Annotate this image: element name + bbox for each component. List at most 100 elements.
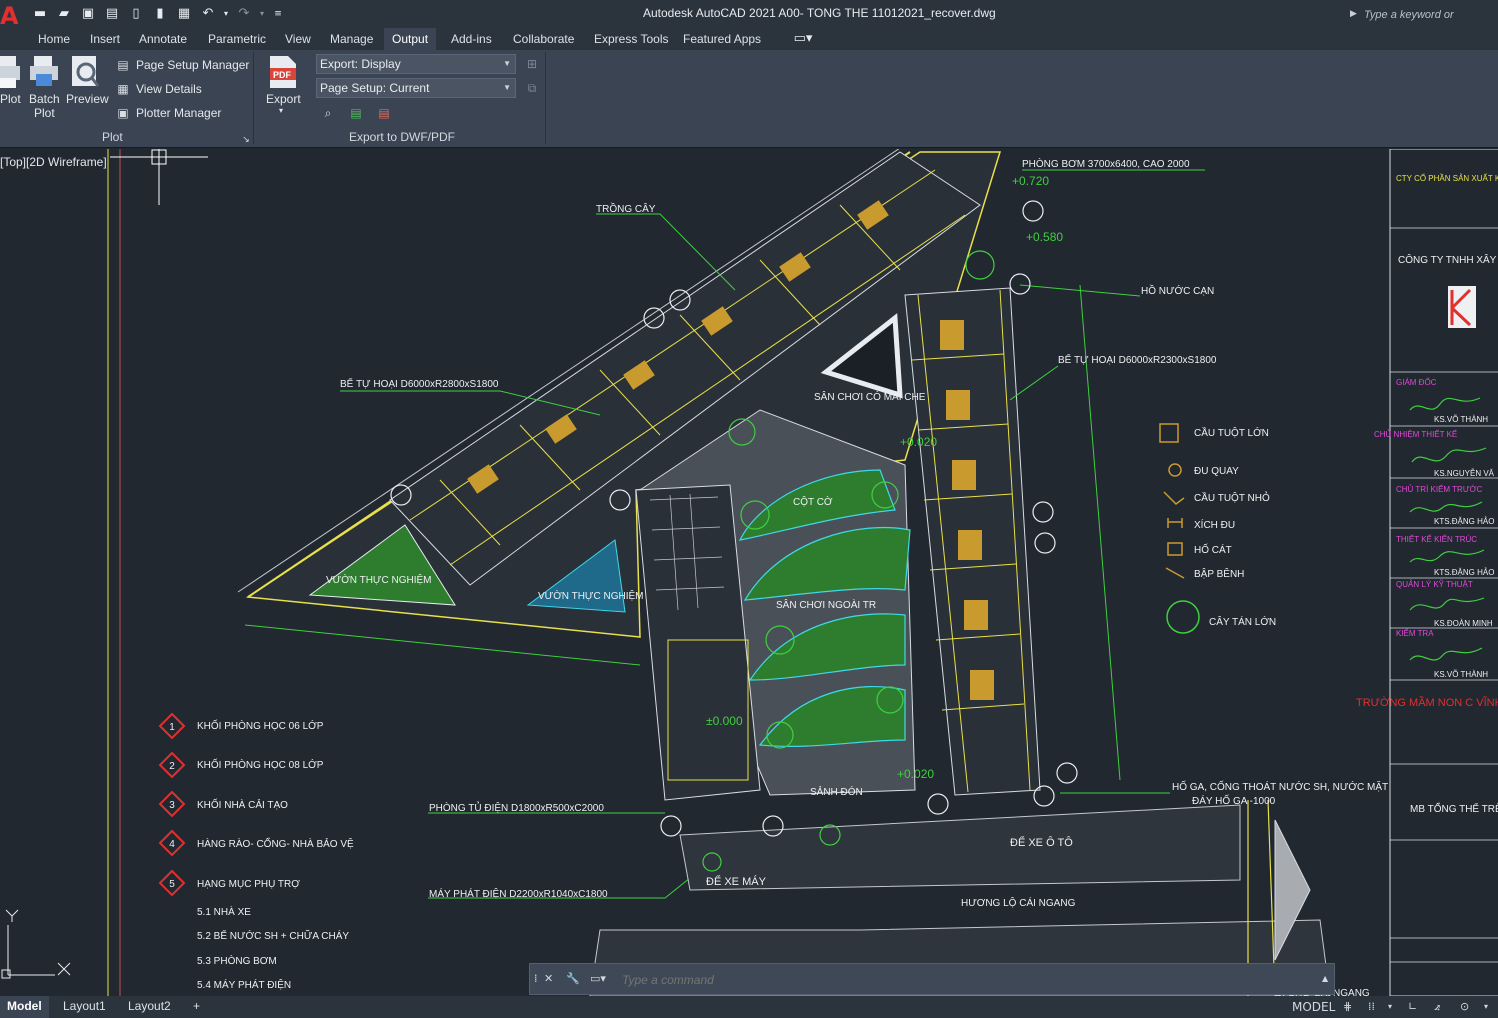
page-setup-select[interactable]: Page Setup: Current ▼ — [316, 78, 516, 98]
add-layout-icon[interactable]: + — [186, 996, 207, 1018]
level-label: +0.020 — [900, 435, 937, 449]
dwf-export-icon[interactable]: ▤ — [348, 105, 364, 121]
page-setup-override-icon[interactable]: ⧉ — [524, 80, 540, 96]
tab-layout1[interactable]: Layout1 — [56, 996, 113, 1018]
sub-item-label: 5.1 NHÀ XE — [197, 905, 251, 918]
tab-home[interactable]: Home — [30, 28, 78, 50]
page-setup-manager-button[interactable]: Page Setup Manager — [136, 58, 249, 72]
view-details-button[interactable]: View Details — [136, 82, 202, 96]
tab-manage[interactable]: Manage — [322, 28, 381, 50]
title-block-role: QUẢN LÝ KỸ THUẬT — [1396, 580, 1473, 589]
plotter-manager-icon: ▣ — [117, 106, 129, 120]
tab-view[interactable]: View — [277, 28, 319, 50]
customize-toolbar-icon[interactable]: ≡ — [270, 6, 286, 22]
drawing-viewport[interactable]: PHÒNG BƠM 3700x6400, CAO 2000 +0.720 +0.… — [0, 149, 1498, 996]
plotter-manager-button[interactable]: Plotter Manager — [136, 106, 221, 120]
export-button[interactable]: Export — [266, 92, 301, 106]
new-file-icon[interactable]: ▬ — [32, 6, 48, 22]
chevron-down-icon[interactable]: ▾ — [1388, 999, 1392, 1015]
owner-company-label: CTY CỔ PHẦN SẢN XUẤT KINH DOANH XUẤT NHẬ… — [1396, 173, 1498, 183]
pump-room-label: PHÒNG BƠM 3700x6400, CAO 2000 — [1022, 157, 1190, 170]
chevron-down-icon: ▼ — [503, 59, 511, 68]
redo-icon[interactable]: ↷ — [236, 6, 252, 22]
plot-panel-launcher-icon[interactable]: ↘ — [238, 132, 254, 148]
block-number: 4 — [169, 839, 175, 850]
ucs-icon — [1, 909, 71, 979]
preview-button[interactable]: Preview — [66, 92, 109, 106]
export-window-icon[interactable]: ⊞ — [524, 56, 540, 72]
undo-icon[interactable]: ↶ — [200, 6, 216, 22]
grip-handle-icon[interactable]: ⁞ — [534, 971, 538, 987]
block-legend-label: KHỐI PHÒNG HỌC 08 LỚP — [197, 757, 324, 771]
command-input[interactable] — [622, 971, 1222, 989]
ortho-icon[interactable]: ∟ — [1408, 999, 1417, 1015]
project-name-label: TRƯỜNG MẦM NON C VĨNH LONG — [1356, 696, 1498, 709]
plot-icon[interactable] — [0, 54, 22, 90]
plot-panel-title: Plot — [102, 130, 123, 144]
preview-export-icon[interactable]: ⌕ — [320, 105, 336, 121]
block-number: 5 — [169, 879, 175, 890]
tab-insert[interactable]: Insert — [82, 28, 128, 50]
autocad-logo-icon[interactable]: A — [0, 4, 19, 28]
preview-icon[interactable] — [70, 54, 102, 90]
title-block-name: KS.NGUYỄN VĂ — [1434, 469, 1495, 478]
wrench-icon[interactable]: 🔧 — [566, 971, 580, 987]
snap-icon[interactable]: ⁞⁞ — [1368, 999, 1375, 1015]
search-input[interactable]: Type a keyword or phrase — [1360, 6, 1490, 39]
batch-plot-icon[interactable] — [28, 54, 60, 90]
polar-icon[interactable]: ⦨ — [1434, 999, 1440, 1015]
redo-dropdown-icon[interactable]: ▾ — [254, 6, 270, 22]
experimental-garden-label: VƯỜN THỰC NGHIỆM — [538, 589, 643, 602]
level-label: +0.720 — [1012, 174, 1049, 188]
close-icon[interactable]: ✕ — [544, 971, 553, 987]
panel-separator — [253, 52, 254, 144]
legend-label: ĐU QUAY — [1194, 466, 1239, 477]
grid-icon[interactable]: ⋕ — [1343, 999, 1352, 1015]
tab-add-ins[interactable]: Add-ins — [443, 28, 500, 50]
large-tree-icon — [1166, 600, 1200, 634]
pdf-export-icon[interactable]: PDF — [268, 54, 298, 90]
ribbon-minimize-icon[interactable]: ▭▾ — [790, 31, 816, 47]
export-display-value: Export: Display — [320, 57, 401, 71]
tab-collaborate[interactable]: Collaborate — [505, 28, 582, 50]
save-as-icon[interactable]: ▤ — [104, 6, 120, 22]
title-block-name: KTS.ĐẶNG HẢO — [1434, 568, 1494, 577]
plot-button[interactable]: Plot — [0, 92, 21, 106]
open-folder-icon[interactable]: ▰ — [56, 6, 72, 22]
tab-annotate[interactable]: Annotate — [131, 28, 195, 50]
small-slide-icon — [1163, 491, 1185, 505]
viewport-controls[interactable]: [Top][2D Wireframe] — [0, 155, 107, 169]
command-prompt-icon[interactable]: ▭▾ — [590, 971, 606, 987]
panel-separator — [545, 52, 546, 144]
tab-model[interactable]: Model — [0, 996, 49, 1018]
generator-label: MÁY PHÁT ĐIỆN D2200xR1040xC1800 — [429, 887, 608, 900]
save-web-icon[interactable]: ▮ — [152, 6, 168, 22]
export-display-select[interactable]: Export: Display ▼ — [316, 54, 516, 74]
open-web-icon[interactable]: ▯ — [128, 6, 144, 22]
block-legend-label: KHỐI PHÒNG HỌC 06 LỚP — [197, 718, 324, 732]
carousel-icon — [1168, 463, 1182, 477]
tab-output[interactable]: Output — [384, 28, 437, 50]
tab-parametric[interactable]: Parametric — [200, 28, 274, 50]
pdf-small-export-icon[interactable]: ▤ — [376, 105, 392, 121]
crosshair-cursor — [110, 149, 208, 205]
search-expand-icon[interactable]: ▶ — [1350, 8, 1357, 19]
tab-featured-apps[interactable]: Featured Apps — [675, 28, 769, 50]
export-dropdown-icon[interactable]: ▾ — [279, 106, 283, 115]
page-setup-manager-icon: ▤ — [117, 58, 129, 72]
save-icon[interactable]: ▣ — [80, 6, 96, 22]
legend-label: CẦU TUỘT NHỎ — [1194, 491, 1270, 504]
undo-dropdown-icon[interactable]: ▾ — [218, 6, 234, 22]
chevron-up-icon[interactable]: ▲ — [1322, 971, 1328, 987]
command-line: ⁞ ✕ 🔧 ▭▾ ▲ — [529, 963, 1335, 995]
tab-layout2[interactable]: Layout2 — [121, 996, 178, 1018]
tab-express-tools[interactable]: Express Tools — [586, 28, 676, 50]
osnap-icon[interactable]: ⊙ — [1460, 999, 1469, 1015]
experimental-garden-label: VƯỜN THỰC NGHIỆM — [326, 573, 431, 586]
outdoor-playground-label: SÂN CHƠI NGOÀI TR — [776, 598, 876, 611]
model-space-toggle[interactable]: MODEL — [1292, 999, 1335, 1015]
batch-plot-button[interactable]: Batch Plot — [29, 92, 60, 120]
site-plan-drawing: PHÒNG BƠM 3700x6400, CAO 2000 +0.720 +0.… — [1, 149, 1498, 996]
print-icon[interactable]: ▦ — [176, 6, 192, 22]
chevron-down-icon[interactable]: ▾ — [1484, 999, 1488, 1015]
